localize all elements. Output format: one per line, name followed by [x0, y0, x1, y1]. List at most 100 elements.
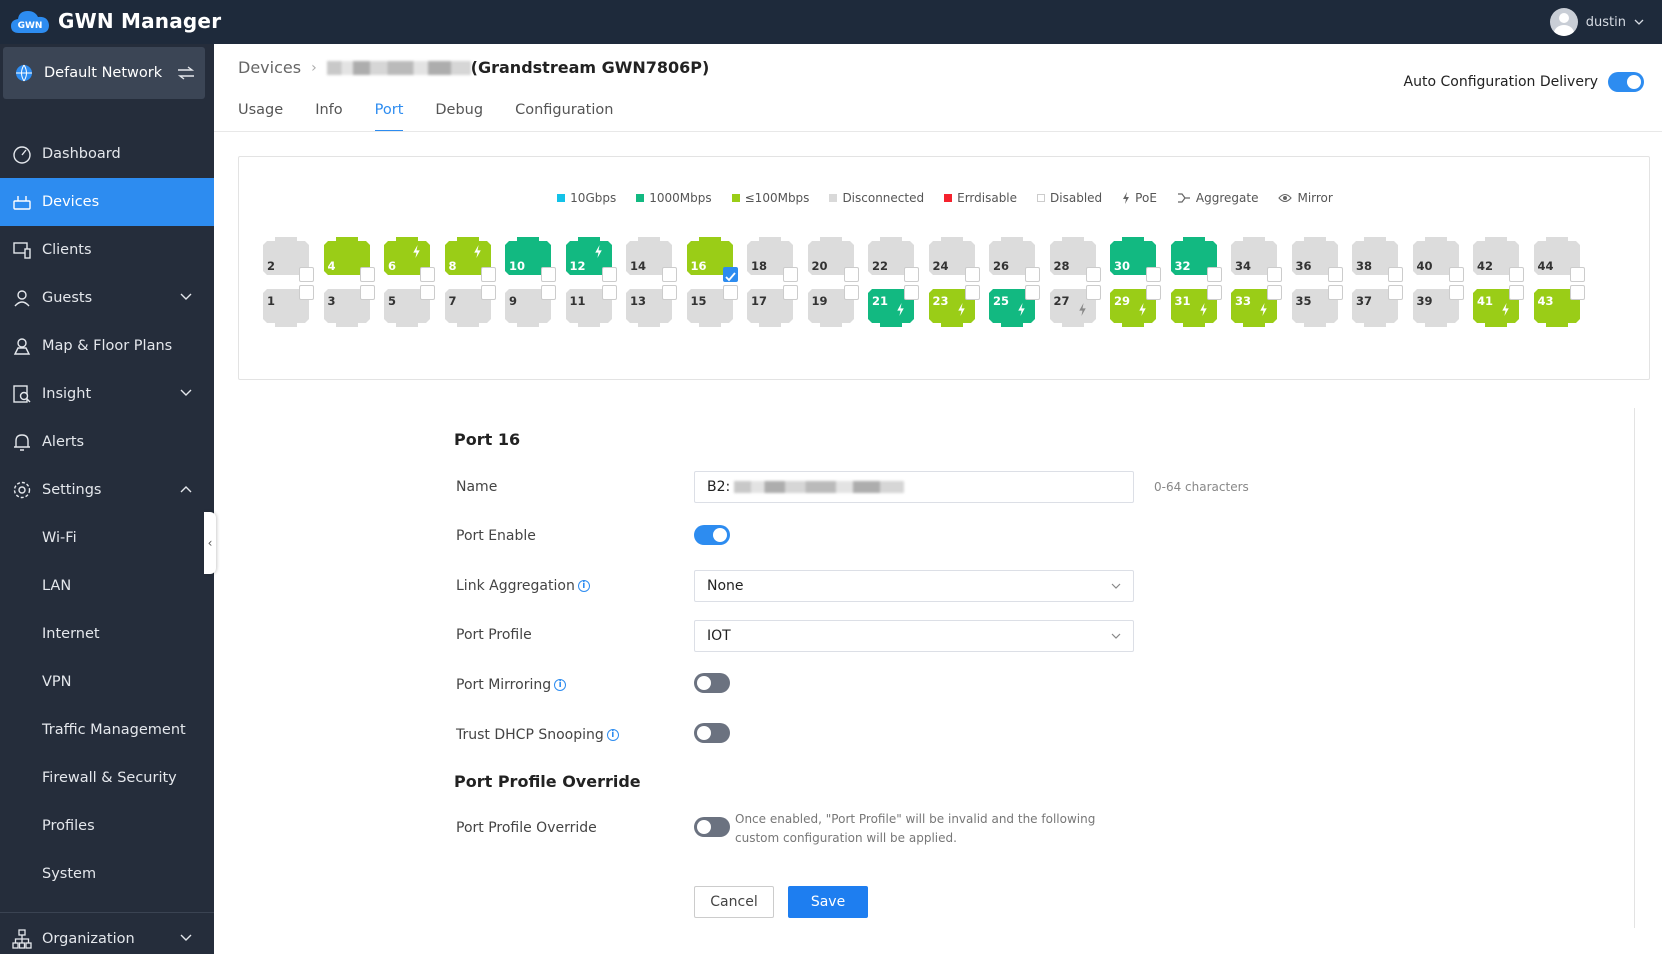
port-mirroring-toggle[interactable] [694, 673, 730, 693]
port-checkbox[interactable] [1025, 267, 1040, 282]
nav-label: Insight [42, 386, 92, 402]
port-number: 27 [1053, 294, 1070, 308]
port-checkbox[interactable] [662, 267, 677, 282]
scrollbar[interactable] [1634, 408, 1640, 928]
port-checkbox[interactable] [359, 285, 375, 300]
nav-item-map[interactable]: Map & Floor Plans [0, 322, 214, 370]
bolt-icon [473, 245, 481, 258]
port-checkbox[interactable] [662, 285, 677, 300]
port-checkbox[interactable] [1448, 285, 1464, 300]
tab-usage[interactable]: Usage [238, 102, 283, 132]
breadcrumb-devices[interactable]: Devices [238, 58, 301, 77]
nav-label: Settings [42, 482, 102, 498]
nav-item-organization[interactable]: Organization [0, 915, 214, 963]
port-checkbox[interactable] [299, 285, 314, 300]
port-checkbox[interactable] [1388, 285, 1403, 300]
port-checkbox[interactable] [1267, 267, 1282, 282]
port-checkbox[interactable] [601, 285, 617, 300]
sidebar-item-wifi[interactable]: Wi-Fi [0, 514, 214, 562]
port-checkbox[interactable] [480, 267, 496, 282]
port-checkbox[interactable] [722, 267, 738, 282]
tab-info[interactable]: Info [315, 102, 342, 132]
sidebar-item-vpn[interactable]: VPN [0, 658, 214, 706]
port-checkbox[interactable] [1206, 285, 1222, 300]
override-toggle[interactable] [694, 817, 730, 837]
cancel-button[interactable]: Cancel [694, 886, 774, 918]
tab-configuration[interactable]: Configuration [515, 102, 613, 132]
port-name-value: B2: [707, 479, 731, 495]
port-checkbox[interactable] [1206, 267, 1222, 282]
sidebar-item-lan[interactable]: LAN [0, 562, 214, 610]
port-checkbox[interactable] [1146, 267, 1161, 282]
auto-config-toggle[interactable] [1608, 72, 1644, 92]
port-profile-select[interactable]: IOT [694, 620, 1134, 652]
info-icon[interactable]: i [554, 679, 567, 691]
nav-item-settings[interactable]: Settings [0, 466, 214, 514]
port-checkbox[interactable] [1388, 267, 1403, 282]
bolt-icon [1199, 303, 1207, 316]
port-checkbox[interactable] [1085, 267, 1101, 282]
user-menu[interactable]: dustin [1549, 7, 1644, 37]
nav-item-insight[interactable]: Insight [0, 370, 214, 418]
port-checkbox[interactable] [541, 285, 556, 300]
link-aggregation-text: Link Aggregation [456, 578, 575, 594]
link-aggregation-select[interactable]: None [694, 570, 1134, 602]
sidebar-item-profiles[interactable]: Profiles [0, 802, 214, 850]
port-checkbox[interactable] [1267, 285, 1282, 300]
port-checkbox[interactable] [1509, 285, 1524, 300]
port-checkbox[interactable] [1509, 267, 1524, 282]
port-checkbox[interactable] [541, 267, 556, 282]
name-label: Name [456, 479, 498, 495]
port-checkbox[interactable] [964, 267, 980, 282]
port-checkbox[interactable] [904, 267, 919, 282]
port-checkbox[interactable] [964, 285, 980, 300]
port-checkbox[interactable] [420, 285, 435, 300]
nav-item-devices[interactable]: Devices [0, 178, 214, 226]
organization-icon [12, 929, 32, 949]
switch-network-icon[interactable] [177, 66, 195, 80]
port-checkbox[interactable] [601, 267, 617, 282]
port-checkbox[interactable] [1146, 285, 1161, 300]
port-checkbox[interactable] [843, 267, 859, 282]
port-number: 40 [1416, 259, 1433, 273]
sidebar-item-firewall[interactable]: Firewall & Security [0, 754, 214, 802]
port-checkbox[interactable] [1448, 267, 1464, 282]
port-checkbox[interactable] [480, 285, 496, 300]
port-number: 36 [1295, 259, 1312, 273]
tab-port[interactable]: Port [374, 102, 404, 132]
nav-item-clients[interactable]: Clients [0, 226, 214, 274]
nav-item-guests[interactable]: Guests [0, 274, 214, 322]
nav-item-dashboard[interactable]: Dashboard [0, 130, 214, 178]
network-selector[interactable]: Default Network [3, 47, 205, 99]
trust-dhcp-toggle[interactable] [694, 723, 730, 743]
port-checkbox[interactable] [783, 285, 798, 300]
port-checkbox[interactable] [722, 285, 738, 300]
port-checkbox[interactable] [420, 267, 435, 282]
legend-1000mbps: 1000Mbps [636, 191, 712, 205]
port-checkbox[interactable] [1085, 285, 1101, 300]
save-button[interactable]: Save [788, 886, 868, 918]
port-checkbox[interactable] [1569, 267, 1585, 282]
port-checkbox[interactable] [904, 285, 919, 300]
port-checkbox[interactable] [1327, 267, 1343, 282]
port-name-field[interactable]: B2: [694, 471, 1134, 503]
sidebar-item-system[interactable]: System [0, 850, 214, 898]
port-checkbox[interactable] [1569, 285, 1585, 300]
port-checkbox[interactable] [783, 267, 798, 282]
port-checkbox[interactable] [1025, 285, 1040, 300]
info-icon[interactable]: i [577, 580, 590, 592]
port-checkbox[interactable] [359, 267, 375, 282]
port-enable-toggle[interactable] [694, 525, 730, 545]
port-checkbox[interactable] [843, 285, 859, 300]
sidebar-item-internet[interactable]: Internet [0, 610, 214, 658]
port-number: 41 [1477, 294, 1494, 308]
sidebar-item-traffic[interactable]: Traffic Management [0, 706, 214, 754]
nav-item-alerts[interactable]: Alerts [0, 418, 214, 466]
port-number: 23 [932, 294, 949, 308]
info-icon[interactable]: i [606, 729, 619, 741]
tab-debug[interactable]: Debug [435, 102, 483, 132]
port-number: 12 [569, 259, 586, 273]
port-checkbox[interactable] [1327, 285, 1343, 300]
port-checkbox[interactable] [299, 267, 314, 282]
override-label: Port Profile Override [456, 820, 597, 836]
